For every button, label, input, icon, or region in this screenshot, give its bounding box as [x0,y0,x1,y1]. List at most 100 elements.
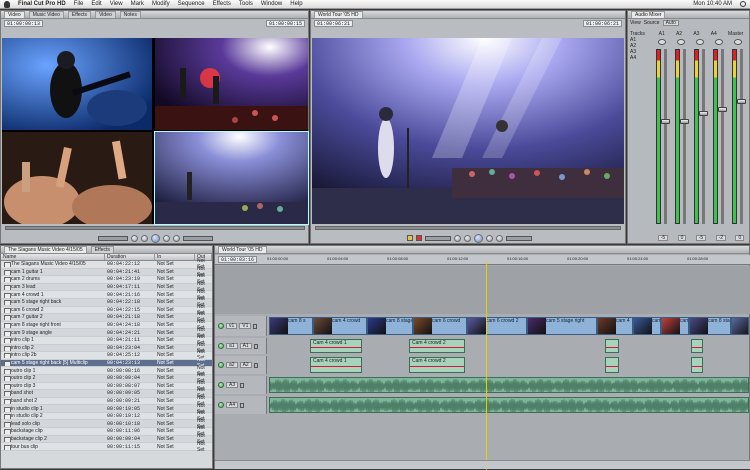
video-clip[interactable]: cam 2 [661,317,689,335]
viewer-next-edit-button[interactable] [173,234,180,242]
video-clip[interactable]: cam 8 s [269,317,313,335]
canvas-shuttle-control[interactable] [505,235,532,241]
app-menu[interactable]: Final Cut Pro HD [18,1,66,7]
video-clip[interactable]: cam 5 stage right [527,317,597,335]
pan-knob[interactable] [696,39,704,45]
browser-row[interactable]: cam 5 stage right back [5] Multiclip 00:0… [1,357,212,369]
pan-knob[interactable] [734,39,742,45]
audio-clip[interactable]: Cam 4 crowd 2 [409,339,465,353]
browser-row[interactable]: intro clip 2 00:04:23:04 Not Set Not Set [1,342,212,354]
fader-knob[interactable] [718,107,727,112]
browser-row[interactable]: intro clip 1 00:04:21:11 Not Set Not Set [1,334,212,346]
audio-level-line[interactable] [606,346,618,348]
browser-row[interactable]: cam 6 crowd 2 00:04:22:15 Not Set Not Set [1,304,212,316]
viewer-timecode-field[interactable]: 01:00:00:15 [265,20,305,27]
spotlight-icon[interactable] [740,1,746,7]
browser-row[interactable]: The Slagans Music Video 4/15/05 00:04:22:… [1,258,212,270]
video-clip[interactable]: cam 8 stage [689,317,731,335]
canvas-play-in-out-button[interactable] [463,234,471,242]
tab-notes[interactable]: Notes [119,11,141,18]
browser-row[interactable]: band shot 2 00:00:09:21 Not Set Not Set [1,395,212,407]
canvas-timecode-field[interactable]: 01:00:06:21 [582,20,622,27]
audio-clip[interactable] [691,357,703,373]
tab-video[interactable]: Video [4,11,25,18]
audio-level-line[interactable] [410,346,464,348]
browser-row[interactable]: lead solo clip 00:00:10:18 Not Set Not Set [1,418,212,430]
browser-row[interactable]: cam 4 crowd 1 00:04:21:16 Not Set Not Set [1,289,212,301]
audio-waveform-clip[interactable] [269,397,749,413]
tab-music-video[interactable]: Music Video [28,11,64,18]
multiclip-grid[interactable] [2,38,309,225]
menu-view[interactable]: View [110,1,123,7]
tab-timeline-sequence[interactable]: World Tour '05 HD [218,246,267,253]
browser-row[interactable]: cam 3 lead 00:04:17:11 Not Set Not Set [1,281,212,293]
viewer-duration-field[interactable]: 01:00:00:13 [4,20,44,27]
tab-canvas-sequence[interactable]: World Tour '05 HD [314,11,363,18]
browser-row[interactable]: cam 5 stage right back 00:04:22:18 Not Set… [1,296,212,308]
browser-row[interactable]: outro clip 3 00:00:08:07 Not Set Not Set [1,380,212,392]
video-clip[interactable]: cam 6 [633,317,661,335]
audio-level-line[interactable] [692,365,702,367]
audio-clip[interactable] [605,357,619,373]
browser-row[interactable]: cam 9 stage angle 00:04:24:21 Not Set Not S… [1,327,212,339]
audio-mixer-source-select[interactable]: Auto [662,20,679,26]
audio-clip[interactable]: Cam 4 crowd 1 [310,339,362,353]
source-patch[interactable]: a1 [226,343,238,349]
track-label[interactable]: V1 [239,323,252,329]
track-visibility-icon[interactable] [218,323,224,329]
browser-row[interactable]: band shot 00:00:09:05 Not Set Not Set [1,387,212,399]
canvas-duration-field[interactable]: 01:00:06:21 [314,20,354,27]
menu-edit[interactable]: Edit [91,1,101,7]
menu-mark[interactable]: Mark [131,1,144,7]
track-label[interactable]: A4 [226,402,239,408]
audio-clip[interactable]: Cam 4 crowd 2 [409,357,465,373]
menu-modify[interactable]: Modify [152,1,170,7]
viewer-play-in-out-button[interactable] [141,234,148,242]
canvas-next-edit-button[interactable] [495,234,503,242]
viewer-prev-edit-button[interactable] [131,234,138,242]
menu-file[interactable]: File [74,1,84,7]
viewer-jog-control[interactable] [98,235,128,241]
browser-row[interactable]: cam 1 guitar 1 00:04:21:41 Not Set Not Set [1,266,212,278]
menu-help[interactable]: Help [290,1,302,7]
browser-row[interactable]: in studio clip 1 00:00:19:05 Not Set Not Se… [1,403,212,415]
pan-knob[interactable] [677,39,685,45]
canvas-prev-edit-button[interactable] [453,234,461,242]
tab-browser-project[interactable]: The Slagans Music Video 4/15/05 [4,246,87,253]
canvas-play-around-button[interactable] [485,234,493,242]
browser-row[interactable]: tour bus clip 00:00:11:15 Not Set Not Set [1,441,212,453]
browser-row[interactable]: cam 2 drums 00:04:23:19 Not Set Not Set [1,273,212,285]
track-visibility-icon[interactable] [218,382,224,388]
lock-icon[interactable] [253,323,258,329]
column-duration[interactable]: Duration [105,254,155,260]
browser-row[interactable]: backstage clip 00:00:11:06 Not Set Not Set [1,425,212,437]
tab-audio-mixer[interactable]: Audio Mixer [631,11,666,18]
column-name[interactable]: Name [1,254,105,260]
multiclip-angle-4[interactable] [154,131,309,225]
lock-icon[interactable] [240,402,245,408]
fader-knob[interactable] [680,119,689,124]
lock-icon[interactable] [253,343,258,349]
viewer-play-button[interactable] [151,233,160,243]
audio-level-line[interactable] [311,365,361,367]
video-clip[interactable]: cam [731,317,749,335]
level-field-a4[interactable]: -2 [715,235,727,241]
audio-level-line[interactable] [606,365,618,367]
browser-row[interactable]: outro clip 1 00:00:08:16 Not Set Not Set [1,365,212,377]
track-visibility-icon[interactable] [218,402,224,408]
canvas-scrubber[interactable] [315,226,621,230]
multiclip-angle-2[interactable] [155,38,308,130]
multiclip-angle-3[interactable] [2,132,152,224]
canvas-video[interactable] [312,38,624,224]
multiclip-angle-1[interactable] [2,38,152,130]
browser-row[interactable]: intro clip 2b 00:04:25:12 Not Set Not Set [1,349,212,361]
playhead[interactable] [486,261,487,470]
track-label[interactable]: A2 [239,362,252,368]
menu-tools[interactable]: Tools [239,1,253,7]
track-toggle-a4[interactable]: A4 [630,55,650,61]
video-clip[interactable]: cam 4 [597,317,633,335]
audio-level-line[interactable] [692,346,702,348]
timeline-scrollbar[interactable] [215,460,750,469]
level-field-master[interactable]: 0 [735,235,745,241]
source-patch[interactable]: v1 [226,323,238,329]
